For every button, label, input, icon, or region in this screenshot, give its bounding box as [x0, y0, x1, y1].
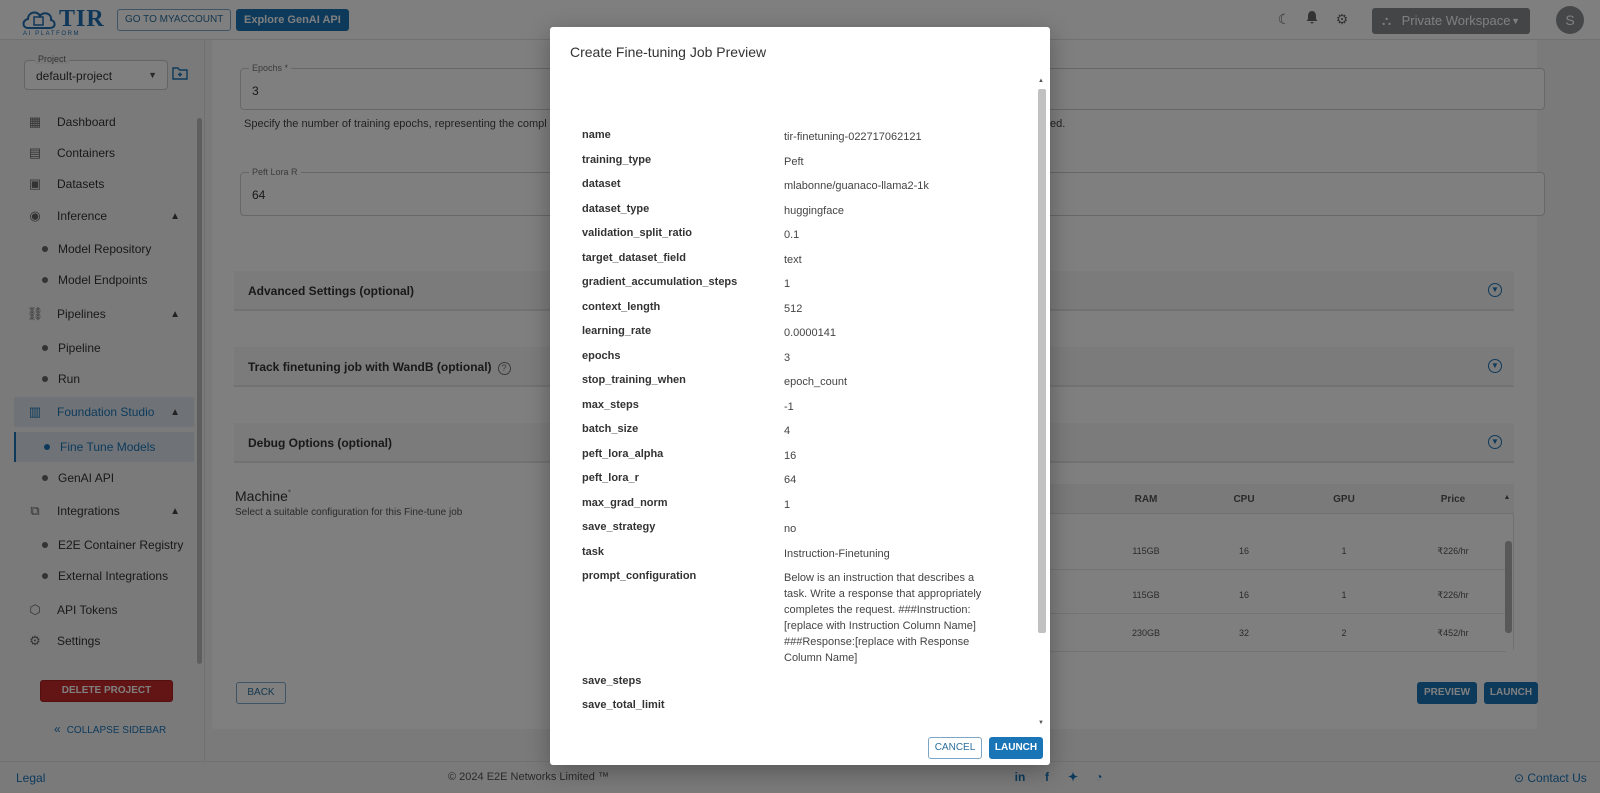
field-key: save_total_limit [582, 699, 665, 711]
field-value: text [784, 254, 802, 266]
field-value: 16 [784, 450, 797, 462]
dialog-launch-button[interactable]: LAUNCH [989, 737, 1043, 759]
field-key: context_length [582, 301, 661, 313]
field-value: 4 [784, 425, 791, 437]
field-key: epochs [582, 350, 621, 362]
field-value: epoch_count [784, 376, 847, 388]
dialog-title: Create Fine-tuning Job Preview [570, 44, 767, 60]
field-key: save_steps [582, 675, 642, 687]
field-key: stop_training_when [582, 374, 686, 386]
field-key: target_dataset_field [582, 252, 686, 264]
field-key: gradient_accumulation_steps [582, 276, 738, 288]
field-value: tir-finetuning-022717062121 [784, 131, 922, 143]
dialog-body[interactable]: name tir-finetuning-022717062121 training… [570, 77, 1036, 719]
field-value: -1 [784, 401, 794, 413]
field-key: dataset_type [582, 203, 650, 215]
field-key: dataset [582, 178, 621, 190]
fine-tuning-preview-dialog: Create Fine-tuning Job Preview name tir-f… [550, 27, 1050, 765]
field-value: Below is an instruction that describes a… [784, 572, 982, 664]
scroll-down-icon[interactable]: ▼ [1036, 718, 1046, 728]
field-key: peft_lora_alpha [582, 448, 664, 460]
field-key: name [582, 129, 611, 141]
field-key: task [582, 546, 605, 558]
scroll-up-icon[interactable]: ▲ [1036, 76, 1046, 86]
field-value: 3 [784, 352, 791, 364]
cancel-button[interactable]: CANCEL [928, 737, 982, 759]
field-value: Instruction-Finetuning [784, 548, 890, 560]
field-key: training_type [582, 154, 652, 166]
field-value: Peft [784, 156, 804, 168]
field-key: learning_rate [582, 325, 652, 337]
field-value: mlabonne/guanaco-llama2-1k [784, 180, 929, 192]
field-key: peft_lora_r [582, 472, 639, 484]
field-key: prompt_configuration [582, 570, 697, 582]
field-key: batch_size [582, 423, 639, 435]
field-value: huggingface [784, 205, 844, 217]
field-key: validation_split_ratio [582, 227, 693, 239]
field-value: 1 [784, 499, 791, 511]
field-key: save_strategy [582, 521, 656, 533]
dialog-scrollbar[interactable] [1038, 89, 1046, 633]
field-value: 512 [784, 303, 803, 315]
field-key: max_grad_norm [582, 497, 668, 509]
field-value: 1 [784, 278, 791, 290]
field-key: max_steps [582, 399, 639, 411]
field-value: 0.1 [784, 229, 800, 241]
field-value: 0.0000141 [784, 327, 836, 339]
field-value: 64 [784, 474, 797, 486]
field-value: no [784, 523, 797, 535]
